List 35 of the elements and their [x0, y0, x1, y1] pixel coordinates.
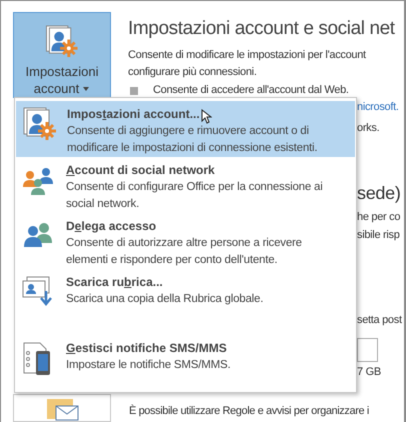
menu-item[interactable]: Delega accesso Consente di autorizzare altre persone a ricevere elementi e rispondere per conto dell'utente.	[15, 213, 356, 269]
section-title: Impostazioni account e social net	[128, 17, 395, 41]
pointer-icon	[201, 109, 212, 124]
menu-item-title: Impostazioni account...	[67, 106, 200, 123]
menu-item[interactable]: Account di social network Consente di configurare Office per la connessione ai social network.	[15, 157, 356, 213]
bullet-icon	[130, 86, 138, 94]
account-settings-icon	[45, 25, 79, 58]
menu-item-description: Consente di configurare Office per la connessione ai social network.	[66, 180, 324, 212]
section-description: Consente di modificare le impostazioni per l'account configurare più connessioni.	[128, 48, 366, 80]
account-settings-button[interactable]: Impostazioni account	[13, 12, 111, 98]
body-text: 7 GB	[357, 365, 381, 380]
menu-item-title: Gestisci notifiche SMS/MMS	[66, 340, 227, 357]
envelope-icon	[45, 399, 79, 421]
menu-item[interactable]: Impostazioni account... Consente di aggiungere e rimuovere account o di modificare le impostazioni di connessione esistenti.	[16, 101, 355, 157]
menu-item[interactable]: Scarica rubrica... Scarica una copia della Rubrica globale.	[15, 269, 356, 325]
body-text: orks.	[357, 121, 380, 136]
rules-button[interactable]	[13, 394, 111, 422]
account-settings-icon	[23, 107, 57, 141]
menu-item-description: Impostare le notifiche SMS/MMS.	[66, 358, 232, 373]
body-text: setta post	[357, 313, 402, 328]
input-field[interactable]	[357, 338, 378, 362]
menu-item-description: Consente di aggiungere e rimuovere account o di modificare le impostazioni di connessione esistenti.	[67, 124, 318, 156]
menu-item-description: Scarica una copia della Rubrica globale.	[66, 292, 264, 307]
menu-item-description: Consente di autorizzare altre persone a ricevere elementi e rispondere per conto dell'utente.	[66, 236, 303, 268]
menu-item[interactable]: Gestisci notifiche SMS/MMS Impostare le notifiche SMS/MMS.	[15, 335, 356, 391]
body-text: he per co	[357, 210, 400, 225]
rules-description: È possibile utilizzare Regole e avvisi per organizzare i	[129, 404, 369, 419]
menu-item-title: Delega accesso	[66, 218, 156, 235]
body-text: sibile risp	[357, 228, 400, 243]
caret-icon	[82, 86, 90, 92]
bullet-text: Consente di accedere all'account dal Web.	[153, 83, 349, 98]
menu-item-title: Scarica rubrica...	[66, 274, 163, 291]
menu-item-title: Account di social network	[66, 162, 215, 179]
heading-text: sede)	[357, 182, 401, 205]
link-text[interactable]: nicrosoft.	[357, 99, 399, 116]
